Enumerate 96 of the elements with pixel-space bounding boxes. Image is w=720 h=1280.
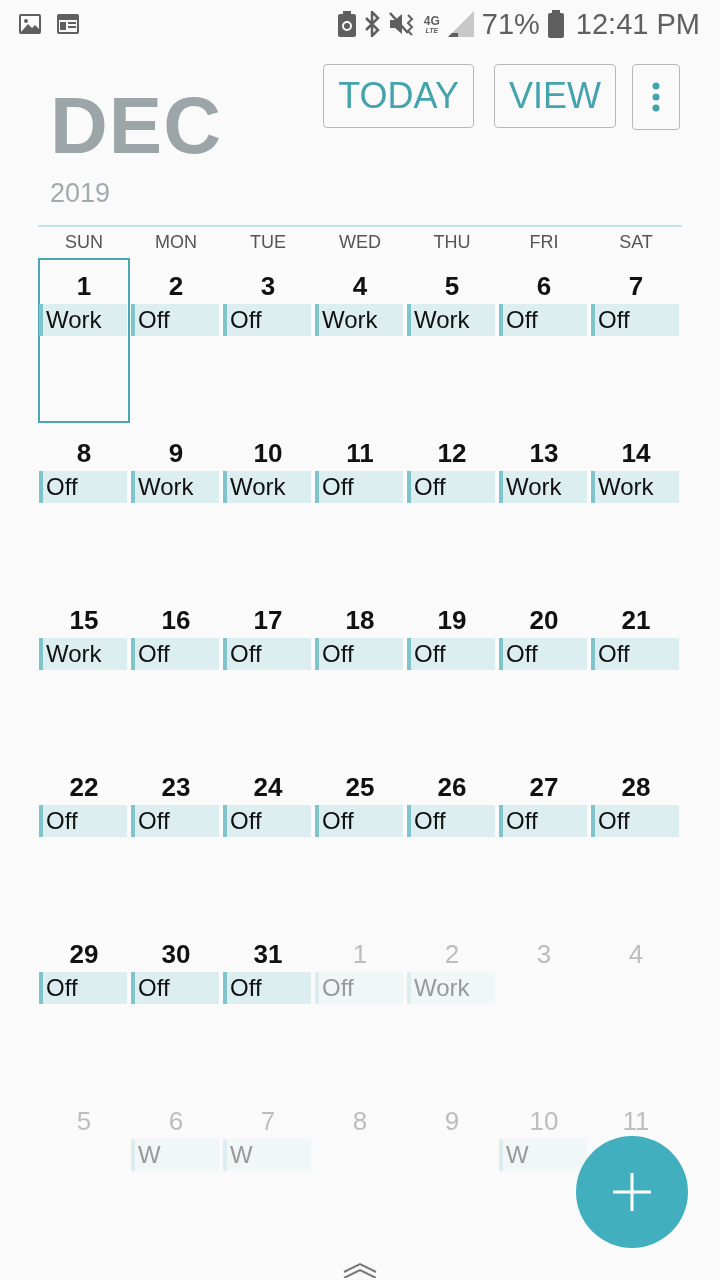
day-number: 4 xyxy=(352,270,368,302)
event-chip[interactable]: Work xyxy=(407,304,495,336)
day-number: 29 xyxy=(69,938,99,970)
network-label: 4G xyxy=(423,14,440,27)
day-number: 10 xyxy=(253,437,283,469)
event-chip[interactable]: Off xyxy=(407,805,495,837)
event-chip[interactable]: Off xyxy=(223,805,311,837)
day-number: 9 xyxy=(168,437,184,469)
event-chip[interactable]: Off xyxy=(591,805,679,837)
bluetooth-icon xyxy=(363,11,380,37)
clock: 12:41 PM xyxy=(575,7,700,41)
day-number: 23 xyxy=(161,771,191,803)
event-chip[interactable]: Off xyxy=(591,638,679,670)
day-number: 2 xyxy=(168,270,184,302)
day-number: 1 xyxy=(352,938,368,970)
day-number: 1 xyxy=(76,270,92,302)
chevron-up-icon[interactable] xyxy=(343,1262,377,1278)
event-chip[interactable]: Work xyxy=(39,304,127,336)
weekday-label: TUE xyxy=(249,231,287,254)
event-chip[interactable]: Off xyxy=(499,304,587,336)
event-chip[interactable]: Off xyxy=(39,805,127,837)
plus-icon xyxy=(613,1173,651,1211)
event-chip[interactable]: Off xyxy=(39,972,127,1004)
event-chip[interactable]: Off xyxy=(223,304,311,336)
event-chip[interactable]: Work xyxy=(131,471,219,503)
more-icon xyxy=(652,82,660,112)
event-chip[interactable]: Off xyxy=(315,805,403,837)
day-number: 5 xyxy=(76,1105,92,1137)
event-chip[interactable]: Off xyxy=(39,471,127,503)
weekday-label: SUN xyxy=(64,231,104,254)
day-number: 10 xyxy=(529,1105,559,1137)
day-number: 15 xyxy=(69,604,99,636)
day-number: 20 xyxy=(529,604,559,636)
image-icon xyxy=(18,13,42,35)
weekday-label: THU xyxy=(432,231,472,254)
event-chip[interactable]: Work xyxy=(591,471,679,503)
more-options-button[interactable] xyxy=(632,64,680,130)
event-chip[interactable]: Off xyxy=(499,638,587,670)
day-number: 18 xyxy=(345,604,375,636)
day-number: 30 xyxy=(161,938,191,970)
day-number: 24 xyxy=(253,771,283,803)
event-chip[interactable]: Off xyxy=(591,304,679,336)
battery-percentage: 71% xyxy=(481,7,540,41)
event-chip[interactable]: Off xyxy=(499,805,587,837)
weekday-label: SAT xyxy=(618,231,654,254)
day-number: 13 xyxy=(529,437,559,469)
battery-saver-icon xyxy=(337,11,356,37)
day-number: 2 xyxy=(444,938,460,970)
day-number: 8 xyxy=(76,437,92,469)
event-chip[interactable]: Off xyxy=(131,805,219,837)
day-number: 25 xyxy=(345,771,375,803)
day-number: 3 xyxy=(260,270,276,302)
event-chip[interactable]: Work xyxy=(39,638,127,670)
day-number: 12 xyxy=(437,437,467,469)
battery-icon xyxy=(547,10,564,38)
event-chip[interactable]: Work xyxy=(499,471,587,503)
event-chip[interactable]: Off xyxy=(407,638,495,670)
day-number: 11 xyxy=(622,1105,650,1137)
day-number: 14 xyxy=(621,437,651,469)
day-number: 9 xyxy=(444,1105,460,1137)
signal-icon xyxy=(447,11,474,37)
day-number: 6 xyxy=(168,1105,184,1137)
weekday-label: MON xyxy=(154,231,198,254)
day-number: 3 xyxy=(536,938,552,970)
day-number: 28 xyxy=(621,771,651,803)
day-number: 7 xyxy=(628,270,644,302)
weekday-label: FRI xyxy=(528,231,560,254)
event-chip[interactable]: Work xyxy=(223,471,311,503)
event-chip[interactable]: Off xyxy=(131,304,219,336)
day-number: 6 xyxy=(536,270,552,302)
event-chip[interactable]: Off xyxy=(407,471,495,503)
event-chip[interactable]: Work xyxy=(315,304,403,336)
day-number: 11 xyxy=(346,437,374,469)
weekday-label: WED xyxy=(338,231,382,254)
event-chip[interactable]: Off xyxy=(131,638,219,670)
day-number: 21 xyxy=(621,604,651,636)
day-number: 16 xyxy=(161,604,191,636)
event-chip[interactable]: Off xyxy=(223,638,311,670)
day-number: 19 xyxy=(437,604,467,636)
day-number: 27 xyxy=(529,771,559,803)
year-label: 2019 xyxy=(50,178,112,209)
event-chip[interactable]: Off xyxy=(315,471,403,503)
day-number: 8 xyxy=(352,1105,368,1137)
month-title: DEC xyxy=(50,86,223,166)
event-chip[interactable]: Off xyxy=(315,638,403,670)
day-number: 7 xyxy=(260,1105,276,1137)
newspaper-icon xyxy=(56,13,80,35)
event-chip[interactable]: Off xyxy=(131,972,219,1004)
day-number: 4 xyxy=(628,938,644,970)
day-number: 26 xyxy=(437,771,467,803)
event-chip[interactable]: Off xyxy=(223,972,311,1004)
day-number: 22 xyxy=(69,771,99,803)
day-number: 31 xyxy=(253,938,283,970)
day-number: 17 xyxy=(253,604,283,636)
day-number: 5 xyxy=(444,270,460,302)
mute-vibrate-icon xyxy=(387,11,416,37)
